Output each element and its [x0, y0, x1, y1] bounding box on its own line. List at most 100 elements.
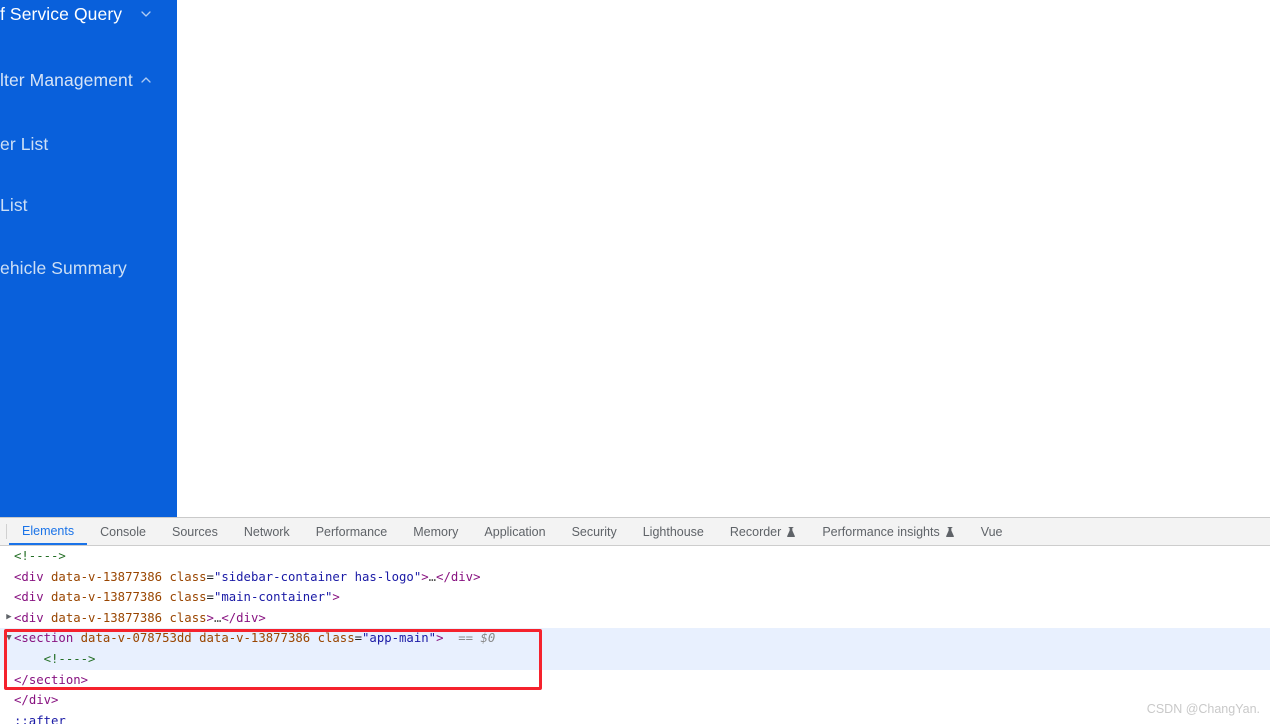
dom-token-plain [44, 590, 51, 604]
flask-icon [945, 526, 955, 538]
devtools-tab-security[interactable]: Security [559, 518, 630, 545]
dom-tree-view[interactable]: <!----> <div data-v-13877386 class="side… [0, 546, 1270, 724]
dom-token-attr: data-v-13877386 [199, 631, 311, 646]
dom-token-plain: = [206, 590, 214, 605]
screen-root: f Service Query lter Management er List Li… [0, 0, 1270, 724]
dom-tree-row[interactable]: <div data-v-13877386 class="main-contain… [0, 587, 1270, 608]
dom-tree-row[interactable]: ::after [0, 711, 1270, 724]
dom-token-plain [162, 570, 169, 584]
dom-token-attr: class [317, 631, 355, 646]
dom-token-attr: data-v-078753dd [80, 631, 192, 646]
twisty-expanded-icon[interactable]: ▼ [4, 628, 14, 649]
dom-token-plain: = [206, 569, 214, 584]
devtools-tab-label: Network [243, 524, 290, 539]
dom-token-punct: </ [14, 672, 29, 687]
dom-token-punct: </ [436, 569, 451, 584]
devtools-tab-label: Elements [22, 523, 75, 538]
dom-token-attr: data-v-13877386 [51, 590, 163, 605]
dom-token-val: "main-container" [213, 590, 333, 605]
devtools-tab-sources[interactable]: Sources [159, 518, 231, 545]
devtools-tab-label: Vue [980, 524, 1003, 539]
devtools-tab-bar: Elements Console Sources Network Performance… [0, 518, 1270, 546]
devtools-tab-label: Sources [171, 524, 218, 539]
sidebar-item-2[interactable]: er List [0, 130, 177, 158]
sidebar-item-1[interactable]: lter Management [0, 66, 177, 94]
dom-tree-row[interactable]: ▼ <section data-v-078753dd data-v-1387738… [0, 628, 1270, 649]
devtools-tab-elements[interactable]: Elements [9, 518, 88, 545]
devtools-tab-vue[interactable]: Vue [968, 518, 1016, 545]
devtools-tab-performance[interactable]: Performance [303, 518, 401, 545]
devtools-tab-label: Lighthouse [642, 524, 704, 539]
dom-indent [14, 652, 44, 666]
sidebar-item-0[interactable]: f Service Query [0, 0, 177, 28]
devtools-tab-label: Recorder [729, 524, 782, 539]
dom-token-ellip: … [428, 569, 437, 584]
dom-token-tag: section [21, 631, 74, 646]
watermark-text: CSDN @ChangYan. [1146, 702, 1260, 716]
dom-token-plain [44, 570, 51, 584]
dom-tree-row[interactable]: </div> [0, 690, 1270, 711]
devtools-tab-label: Security [571, 524, 617, 539]
dom-token-plain [192, 631, 199, 645]
dom-tree-row[interactable]: <!----> [0, 648, 1270, 670]
page-viewport: f Service Query lter Management er List Li… [0, 0, 1270, 517]
twisty-collapsed-icon[interactable]: ▶ [4, 607, 14, 628]
sidebar-item-label: lter Management [0, 70, 133, 90]
devtools-tab-label: Performance [315, 524, 388, 539]
devtools-tab-console[interactable]: Console [87, 518, 159, 545]
app-sidebar: f Service Query lter Management er List Li… [0, 0, 177, 517]
dom-token-punct: > [332, 590, 340, 605]
dom-token-plain [73, 631, 80, 645]
dom-token-selmark: == $0 [443, 631, 496, 646]
devtools-tab-label: Memory [413, 524, 459, 539]
dom-token-plain: = [354, 631, 363, 646]
dom-tree-row[interactable]: ▶ <div data-v-13877386 class>…</div> [0, 608, 1270, 629]
devtools-tab-label: Application [484, 524, 546, 539]
devtools-tab-label: Console [100, 524, 146, 539]
sidebar-item-label: f Service Query [0, 4, 123, 24]
sidebar-item-label: List [0, 195, 28, 215]
dom-tree-row[interactable]: <div data-v-13877386 class="sidebar-cont… [0, 567, 1270, 588]
dom-tree-row[interactable]: </section> [0, 670, 1270, 691]
devtools-tab-recorder[interactable]: Recorder [717, 518, 809, 545]
sidebar-item-4[interactable]: ehicle Summary [0, 254, 177, 282]
dom-token-plain [310, 631, 317, 645]
dom-token-tag: div [236, 610, 259, 625]
dom-token-plain [162, 611, 169, 625]
dom-token-punct: > [80, 672, 89, 687]
flask-icon [786, 526, 796, 538]
dom-token-punct: </ [221, 610, 237, 625]
dom-token-attr: class [169, 590, 207, 605]
devtools-tab-network[interactable]: Network [231, 518, 303, 545]
dom-token-tag: div [21, 569, 44, 584]
dom-token-attr: class [169, 569, 207, 584]
dom-token-plain [44, 611, 51, 625]
dom-token-tag: div [21, 590, 44, 605]
dom-token-punct: </ [14, 693, 29, 708]
dom-token-attr: class [169, 610, 207, 625]
sidebar-item-label: ehicle Summary [0, 258, 127, 278]
dom-token-plain [162, 590, 169, 604]
dom-token-attr: data-v-13877386 [51, 569, 163, 584]
dom-token-attr: data-v-13877386 [51, 610, 163, 625]
sidebar-item-3[interactable]: List [0, 191, 177, 219]
devtools-panel: Elements Console Sources Network Performance… [0, 517, 1270, 724]
devtools-tab-lighthouse[interactable]: Lighthouse [630, 518, 717, 545]
dom-token-punct: > [51, 693, 59, 708]
dom-token-punct: > [421, 569, 429, 584]
dom-token-comment: <!----> [43, 651, 96, 666]
devtools-tab-memory[interactable]: Memory [400, 518, 471, 545]
tab-bar-divider [6, 524, 7, 539]
dom-tree-row[interactable]: <!----> [0, 546, 1270, 567]
dom-token-punct: > [473, 569, 481, 584]
dom-token-comment: <!----> [14, 549, 66, 563]
devtools-tab-performance-insights[interactable]: Performance insights [809, 518, 967, 545]
dom-token-val: "sidebar-container has-logo" [213, 569, 422, 584]
devtools-tab-application[interactable]: Application [471, 518, 558, 545]
